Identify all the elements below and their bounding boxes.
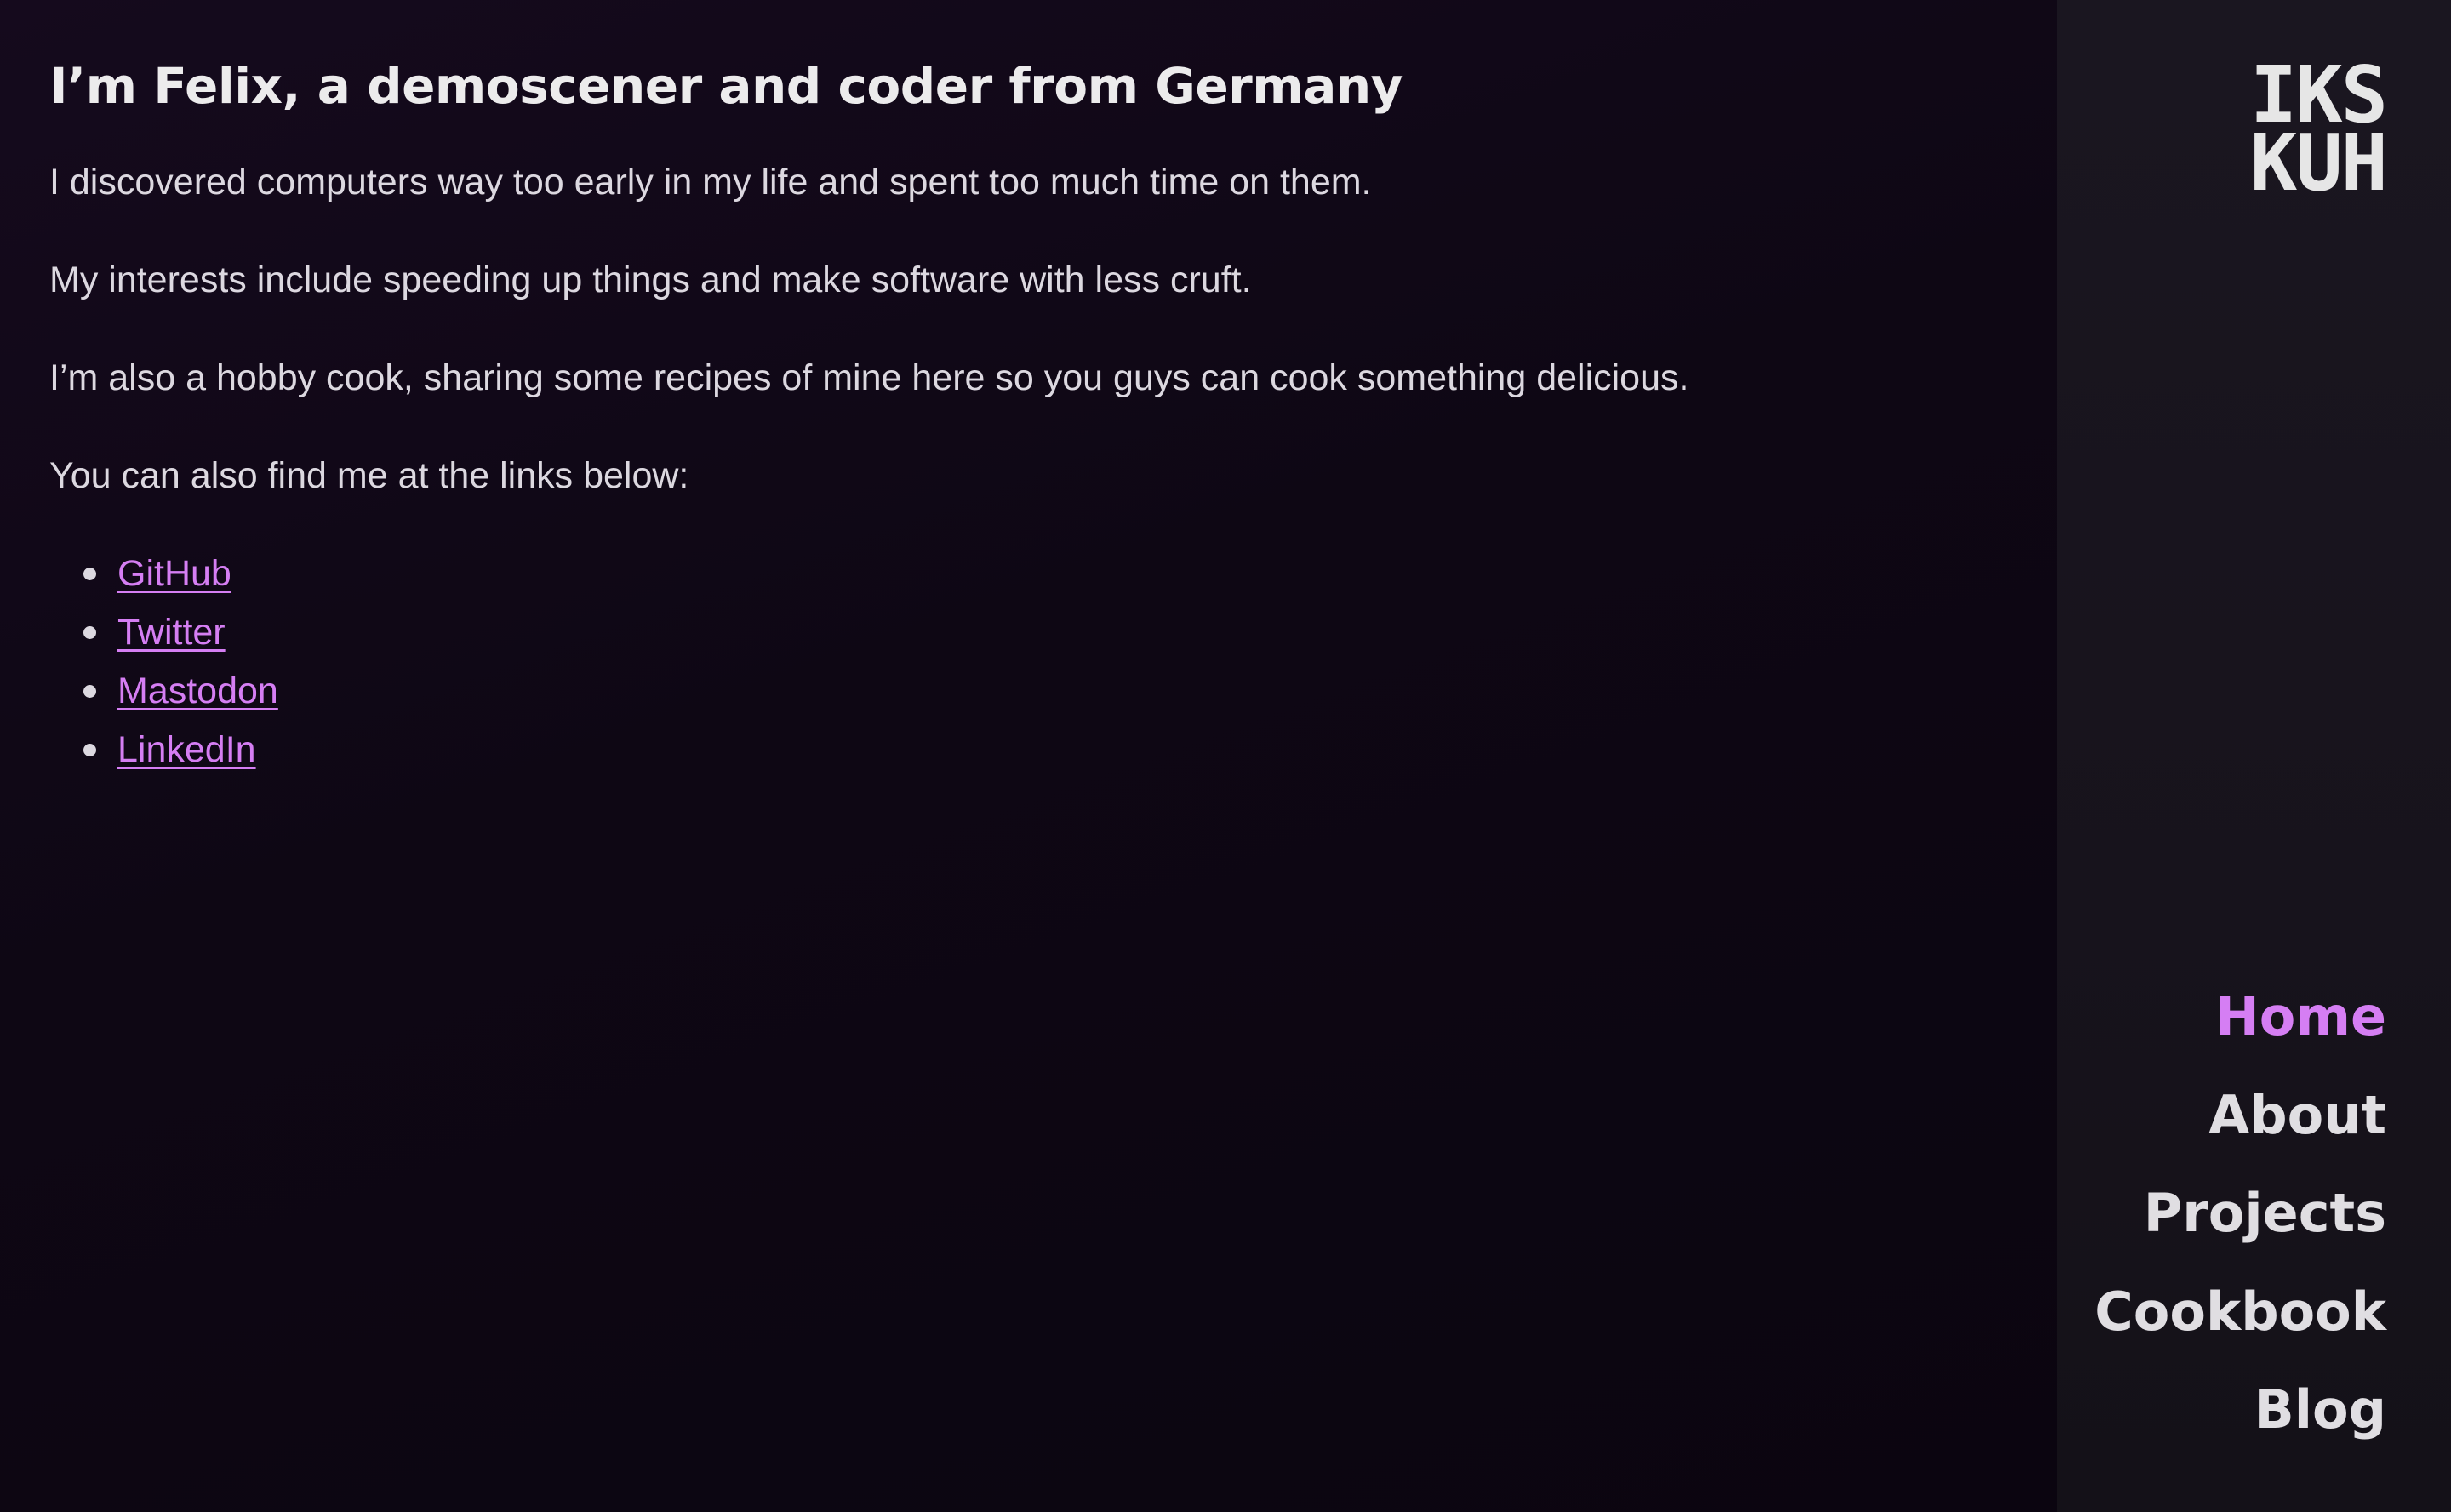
cook-paragraph: I’m also a hobby cook, sharing some reci… bbox=[49, 357, 1689, 398]
links-intro-paragraph: You can also find me at the links below: bbox=[49, 455, 689, 496]
main-content: I’m Felix, a demoscener and coder from G… bbox=[0, 0, 2057, 1512]
github-link[interactable]: GitHub bbox=[117, 553, 231, 594]
twitter-link[interactable]: Twitter bbox=[117, 612, 226, 653]
logo-line-2: KUH bbox=[2249, 117, 2388, 208]
list-item: Twitter bbox=[49, 607, 2057, 665]
list-item: GitHub bbox=[49, 548, 2057, 607]
mastodon-link[interactable]: Mastodon bbox=[117, 670, 278, 711]
bullet-icon bbox=[83, 626, 96, 639]
bullet-icon bbox=[83, 685, 96, 698]
nav-link-projects[interactable]: Projects bbox=[2144, 1182, 2386, 1244]
linkedin-link[interactable]: LinkedIn bbox=[117, 729, 256, 770]
nav-item-about: About bbox=[2094, 1079, 2386, 1178]
intro-paragraph: I discovered computers way too early in … bbox=[49, 162, 1372, 203]
nav-item-projects: Projects bbox=[2094, 1177, 2386, 1275]
nav-link-cookbook[interactable]: Cookbook bbox=[2094, 1281, 2386, 1343]
bullet-icon bbox=[83, 568, 96, 580]
nav-link-about[interactable]: About bbox=[2208, 1084, 2386, 1146]
interests-paragraph: My interests include speeding up things … bbox=[49, 260, 1252, 300]
sidebar: IKS KUH Home About Projects Cookbook Blo… bbox=[2057, 0, 2451, 1512]
nav-item-cookbook: Cookbook bbox=[2094, 1275, 2386, 1374]
bullet-icon bbox=[83, 744, 96, 756]
page-title: I’m Felix, a demoscener and coder from G… bbox=[49, 57, 1403, 115]
nav-item-home: Home bbox=[2094, 980, 2386, 1079]
list-item: LinkedIn bbox=[49, 724, 2057, 783]
main-nav: Home About Projects Cookbook Blog bbox=[2094, 980, 2386, 1472]
social-links-list: GitHub Twitter Mastodon LinkedIn bbox=[49, 548, 2057, 783]
site-logo[interactable]: IKS KUH bbox=[2249, 56, 2388, 208]
list-item: Mastodon bbox=[49, 665, 2057, 724]
nav-link-blog[interactable]: Blog bbox=[2254, 1378, 2386, 1441]
nav-item-blog: Blog bbox=[2094, 1373, 2386, 1472]
nav-link-home[interactable]: Home bbox=[2215, 985, 2386, 1047]
